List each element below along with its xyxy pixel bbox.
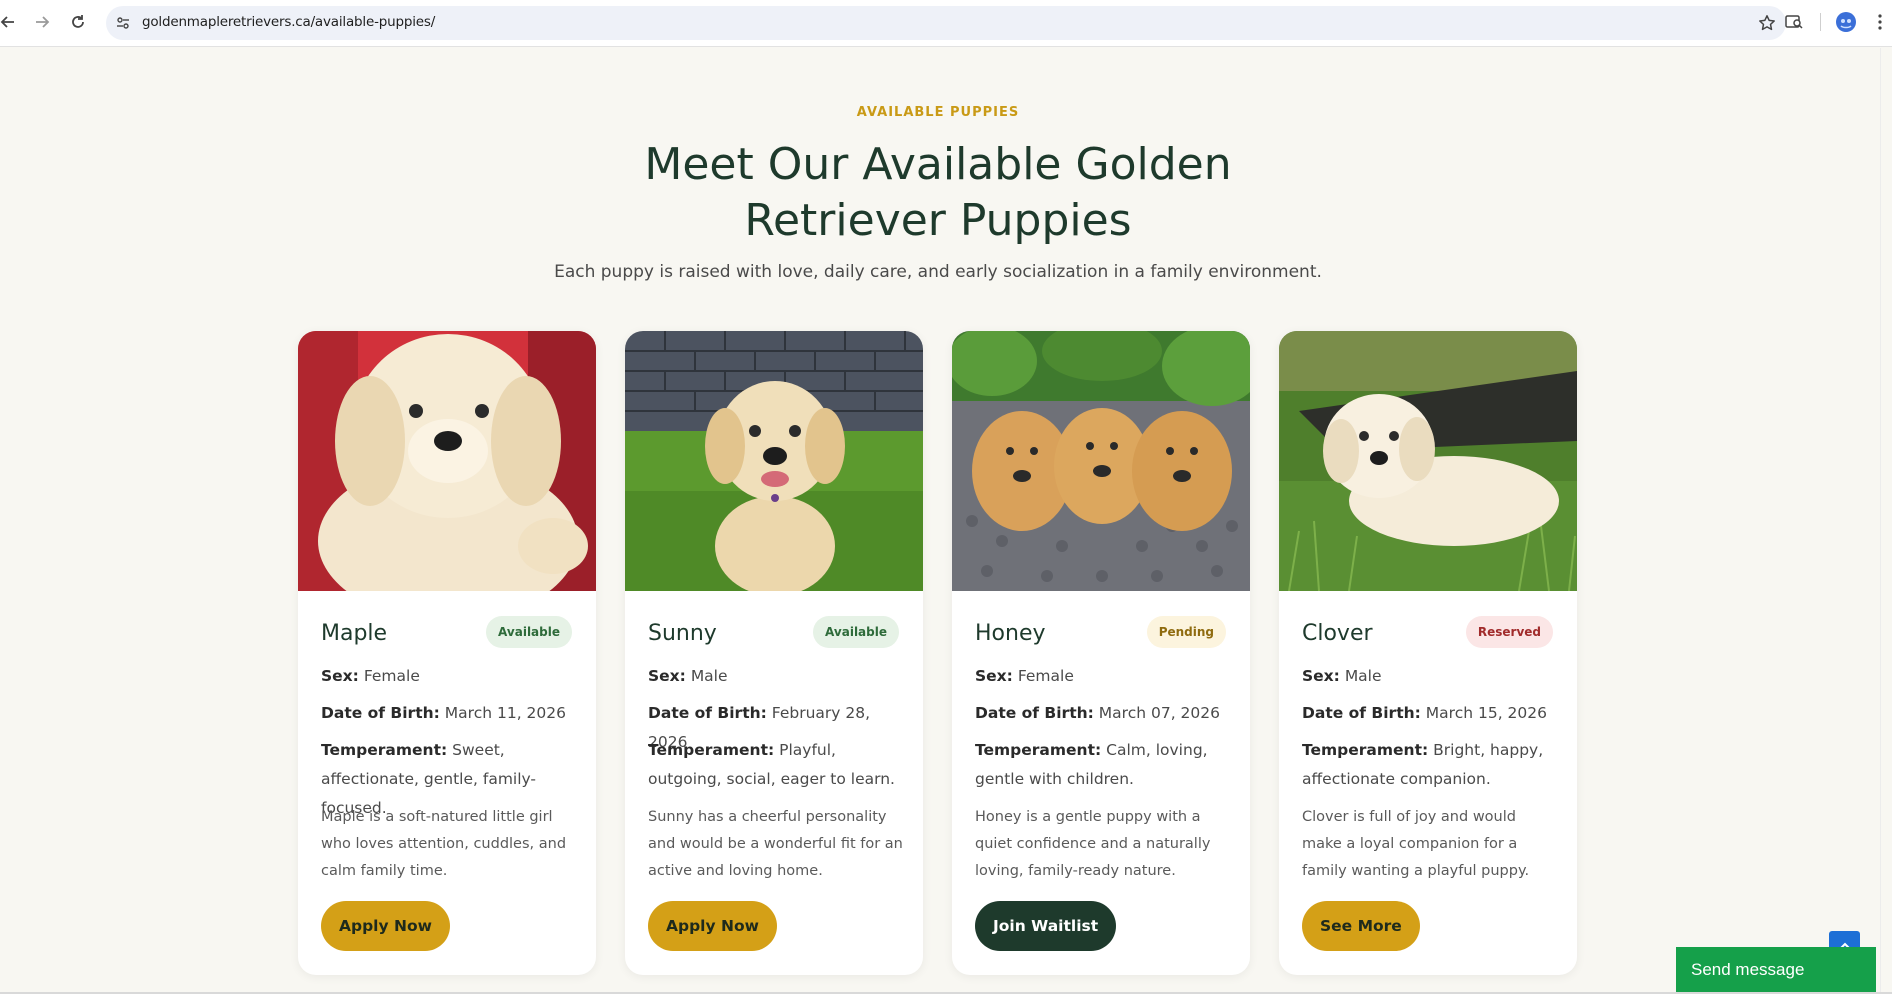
puppy-photo-sunny xyxy=(625,331,923,591)
puppy-sex: Sex: Female xyxy=(975,667,1074,685)
puppy-dob: Date of Birth: March 07, 2026 xyxy=(975,704,1220,722)
puppy-sex: Sex: Male xyxy=(648,667,728,685)
address-bar[interactable]: goldenmapleretrievers.ca/available-puppi… xyxy=(106,6,1786,40)
page-title: Meet Our Available Golden Retriever Pupp… xyxy=(644,139,1232,246)
section-eyebrow: AVAILABLE PUPPIES xyxy=(856,105,1020,120)
status-badge: Available xyxy=(486,616,572,648)
more-menu-icon[interactable] xyxy=(1872,10,1888,34)
puppy-temperament: Temperament: Playful, outgoing, social, … xyxy=(648,741,895,788)
status-badge: Pending xyxy=(1146,616,1226,648)
see-more-button[interactable]: See More xyxy=(1302,901,1420,951)
url-text[interactable]: goldenmapleretrievers.ca/available-puppi… xyxy=(142,14,435,30)
puppy-description: Clover is full of joy and would make a l… xyxy=(1302,809,1530,879)
puppy-card-sunny: Sunny Available Sex: Male Date of Birth:… xyxy=(625,331,923,975)
status-badge: Reserved xyxy=(1465,616,1553,648)
puppy-name: Honey xyxy=(975,621,1046,646)
forward-icon[interactable] xyxy=(30,10,54,34)
scrollbar[interactable] xyxy=(1880,48,1892,994)
profile-avatar[interactable] xyxy=(1834,10,1858,34)
puppy-description: Maple is a soft-natured little girl who … xyxy=(321,809,567,879)
site-info-icon[interactable] xyxy=(114,14,132,32)
puppy-temperament: Temperament: Bright, happy, affectionate… xyxy=(1302,741,1544,788)
puppy-photo-clover xyxy=(1279,331,1577,591)
puppy-card-maple: Maple Available Sex: Female Date of Birt… xyxy=(298,331,596,975)
puppy-sex: Sex: Female xyxy=(321,667,420,685)
puppy-sex: Sex: Male xyxy=(1302,667,1382,685)
send-message-button[interactable]: Send message xyxy=(1676,947,1876,992)
reload-icon[interactable] xyxy=(66,10,90,34)
toolbar-divider xyxy=(1819,10,1821,34)
back-icon[interactable] xyxy=(0,10,20,34)
join-waitlist-button[interactable]: Join Waitlist xyxy=(975,901,1117,951)
bookmark-star-icon[interactable] xyxy=(1756,12,1778,34)
apply-now-button[interactable]: Apply Now xyxy=(321,901,450,951)
puppy-dob: Date of Birth: March 11, 2026 xyxy=(321,704,566,722)
section-subtitle: Each puppy is raised with love, daily ca… xyxy=(554,262,1322,282)
puppy-dob: Date of Birth: March 15, 2026 xyxy=(1302,704,1547,722)
puppy-card-honey: Honey Pending Sex: Female Date of Birth:… xyxy=(952,331,1250,975)
puppy-name: Maple xyxy=(321,621,388,646)
apply-now-button[interactable]: Apply Now xyxy=(648,901,777,951)
browser-toolbar: goldenmapleretrievers.ca/available-puppi… xyxy=(0,0,1892,47)
puppy-temperament: Temperament: Calm, loving, gentle with c… xyxy=(975,741,1208,788)
puppy-name: Clover xyxy=(1302,621,1373,646)
puppy-description: Honey is a gentle puppy with a quiet con… xyxy=(975,809,1211,879)
status-badge: Available xyxy=(813,616,899,648)
puppy-description: Sunny has a cheerful personality and wou… xyxy=(648,809,903,879)
puppy-photo-honey xyxy=(952,331,1250,591)
search-tabs-icon[interactable] xyxy=(1782,10,1806,34)
puppy-photo-maple xyxy=(298,331,596,591)
puppy-name: Sunny xyxy=(648,621,717,646)
puppy-card-clover: Clover Reserved Sex: Male Date of Birth:… xyxy=(1279,331,1577,975)
